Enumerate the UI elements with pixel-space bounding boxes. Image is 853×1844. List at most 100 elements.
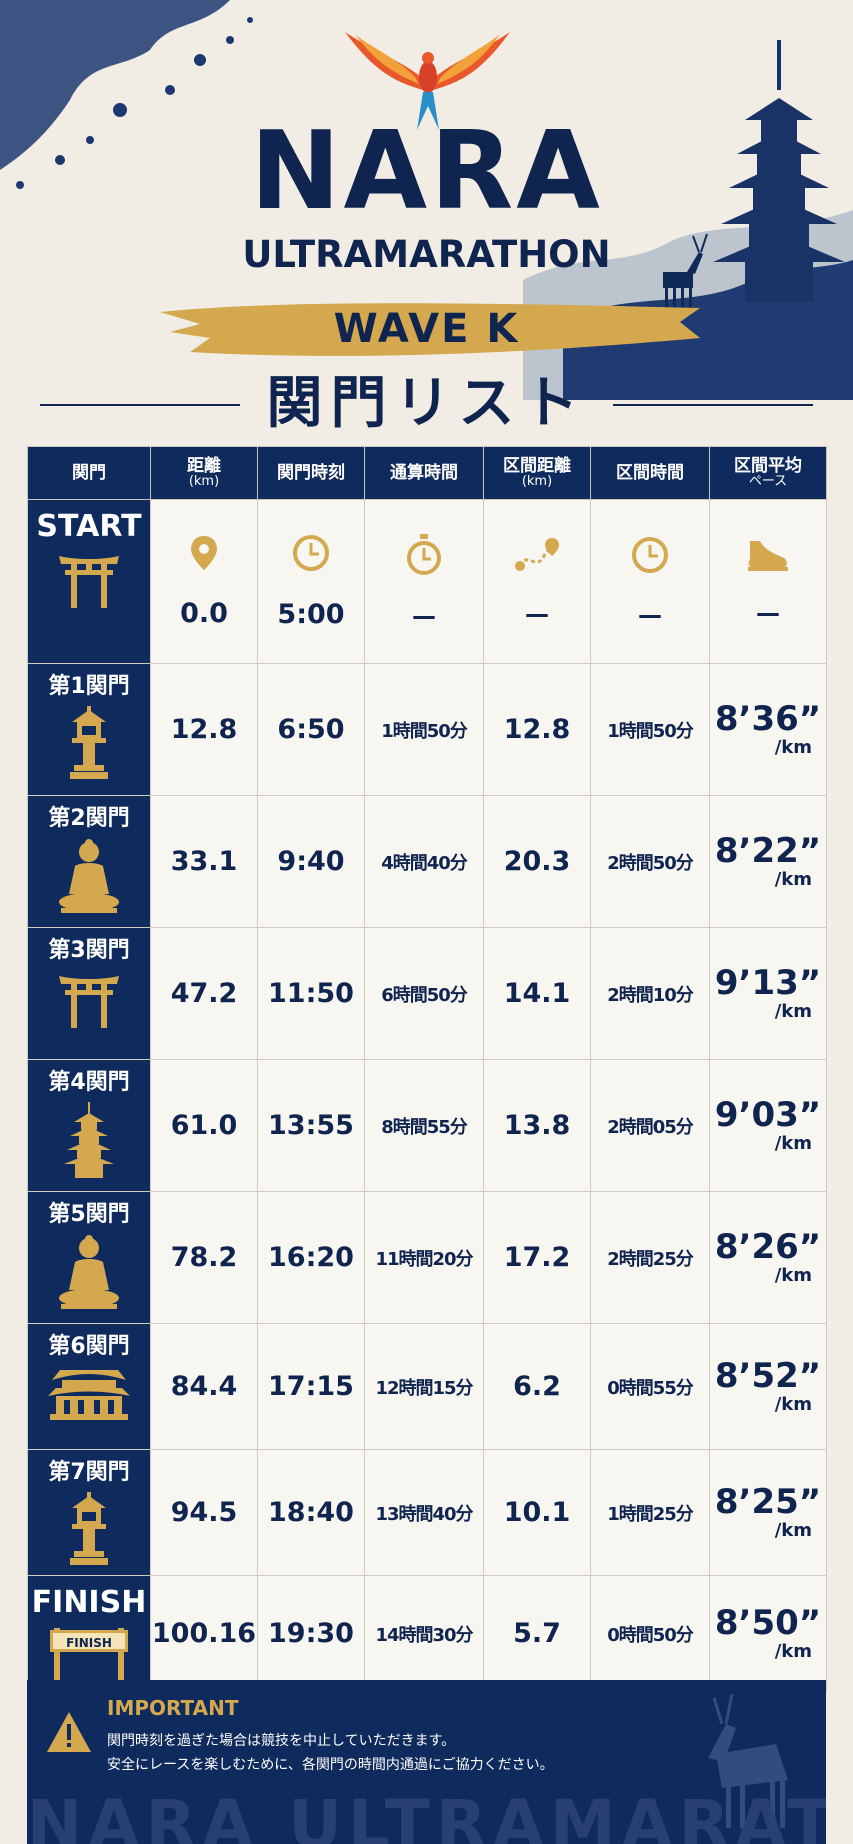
gate-list-title: 関門リスト — [266, 370, 587, 436]
column-header-label: 関門 — [72, 462, 106, 483]
pace-value: 9’13” — [714, 963, 822, 1003]
table-cell: 2時間25分 — [590, 1191, 710, 1324]
cell-value: 0時間55分 — [607, 1377, 694, 1399]
cell-value: 0.0 — [180, 598, 228, 629]
finish-sign-label: FINISH — [66, 1636, 112, 1650]
column-header-label: 区間平均 — [734, 455, 802, 476]
table-cell: 20.3 — [483, 795, 591, 928]
table-row: 第3関門 47.2 11:50 6時間50分 14.1 2時間10分 9’13”/km — [27, 927, 827, 1060]
gate-cell: FINISH FINISH — [27, 1575, 151, 1692]
pace-unit: /km — [774, 1394, 812, 1415]
clock-icon — [291, 533, 331, 577]
column-header-unit: (km) — [521, 474, 553, 490]
temple-icon — [48, 1366, 130, 1426]
pace-value: 8’36” — [714, 699, 822, 739]
table-body: START 0.0 5:00 — — — — 第1関門 12.8 6:50 1時間50分 12.8 1時… — [27, 499, 827, 1692]
pace-cell: 9’13”/km — [709, 927, 827, 1060]
table-cell: 6時間50分 — [364, 927, 484, 1060]
shoe-icon — [746, 537, 790, 577]
cell-value: 1時間50分 — [381, 720, 468, 742]
cell-value: 1時間25分 — [607, 1503, 694, 1525]
pace-value: 8’50” — [714, 1603, 822, 1643]
table-cell: 16:20 — [257, 1191, 365, 1324]
column-header-label: 距離 — [187, 455, 221, 476]
cell-value: 13.8 — [503, 1110, 571, 1141]
cell-value: 12.8 — [170, 714, 238, 745]
gate-cell: 第7関門 — [27, 1449, 151, 1576]
race-title: NARA — [250, 109, 603, 234]
cell-value: 84.4 — [170, 1371, 238, 1402]
table-cell: 19:30 — [257, 1575, 365, 1692]
table-cell: 14時間30分 — [364, 1575, 484, 1692]
cell-value: 10.1 — [503, 1497, 571, 1528]
cell-value: 5.7 — [513, 1618, 561, 1649]
table-cell: — — [483, 499, 591, 664]
table-cell: 10.1 — [483, 1449, 591, 1576]
pagoda-icon — [64, 1102, 114, 1182]
gate-cell: 第3関門 — [27, 927, 151, 1060]
cell-value: 6.2 — [513, 1371, 561, 1402]
cell-value: 2時間50分 — [607, 852, 694, 874]
pace-cell: 8’36”/km — [709, 663, 827, 796]
pace-cell: 8’50”/km — [709, 1575, 827, 1692]
table-cell: 78.2 — [150, 1191, 258, 1324]
cell-value: 0時間50分 — [607, 1624, 694, 1646]
torii-icon — [57, 550, 121, 612]
pace-value: 9’03” — [714, 1095, 822, 1135]
table-cell: 13時間40分 — [364, 1449, 484, 1576]
cell-value: — — [525, 599, 549, 628]
clock-icon — [630, 535, 670, 579]
table-cell: 8時間55分 — [364, 1059, 484, 1192]
table-cell: 1時間50分 — [590, 663, 710, 796]
route-icon — [514, 536, 560, 578]
gate-name: 第4関門 — [48, 1070, 130, 1095]
gate-list-heading: 関門リスト — [0, 370, 853, 440]
cell-value: 2時間25分 — [607, 1248, 694, 1270]
column-header: 区間時間 — [590, 446, 710, 500]
cell-value: 2時間10分 — [607, 984, 694, 1006]
gate-name: 第3関門 — [48, 938, 130, 963]
cell-value: 11時間20分 — [375, 1248, 473, 1270]
table-row: 第1関門 12.8 6:50 1時間50分 12.8 1時間50分 8’36”/km — [27, 663, 827, 796]
cell-value: 61.0 — [170, 1110, 238, 1141]
watermark-text: NARA ULTRAMARATHON — [27, 1786, 826, 1844]
notice-title: IMPORTANT — [107, 1696, 239, 1720]
table-cell: 12時間15分 — [364, 1323, 484, 1450]
cell-value: 9:40 — [277, 846, 345, 877]
table-cell: 61.0 — [150, 1059, 258, 1192]
column-header-unit: ペース — [748, 474, 788, 490]
table-cell: 1時間25分 — [590, 1449, 710, 1576]
pace-value: 8’26” — [714, 1227, 822, 1267]
cell-value: 17:15 — [268, 1371, 354, 1402]
pace-value: 8’52” — [714, 1356, 822, 1396]
wave-label: WAVE K — [333, 306, 520, 352]
table-cell: 13:55 — [257, 1059, 365, 1192]
column-header-label: 区間距離 — [503, 455, 571, 476]
cell-value: — — [412, 601, 436, 630]
table-cell: 6.2 — [483, 1323, 591, 1450]
cell-value: 13:55 — [268, 1110, 354, 1141]
stone-lantern-icon — [66, 706, 112, 784]
cell-value: 5:00 — [277, 599, 345, 630]
cell-value: 47.2 — [170, 978, 238, 1009]
table-cell: 0時間55分 — [590, 1323, 710, 1450]
column-header: 関門時刻 — [257, 446, 365, 500]
table-cell: — — [709, 499, 827, 664]
pace-unit: /km — [774, 1641, 812, 1662]
table-row: FINISH FINISH 100.16 19:30 14時間30分 5.7 0時間50分 8… — [27, 1575, 827, 1692]
column-header-unit: (km) — [188, 474, 220, 490]
gate-cell: 第4関門 — [27, 1059, 151, 1192]
pace-value: 8’22” — [714, 831, 822, 871]
table-cell: 0時間50分 — [590, 1575, 710, 1692]
column-header: 区間平均 ペース — [709, 446, 827, 500]
notice-line-1: 関門時刻を過ぎた場合は競技を中止していただきます。 — [107, 1733, 456, 1749]
gate-cell: 第1関門 — [27, 663, 151, 796]
table-cell: 2時間50分 — [590, 795, 710, 928]
column-header: 区間距離 (km) — [483, 446, 591, 500]
column-header-label: 関門時刻 — [277, 462, 345, 483]
notice-line-2: 安全にレースを楽しむために、各関門の時間内通過にご協力ください。 — [107, 1757, 554, 1773]
stone-lantern-icon — [66, 1492, 112, 1570]
table-cell: 13.8 — [483, 1059, 591, 1192]
table-cell: 33.1 — [150, 795, 258, 928]
table-row: 第6関門 84.4 17:15 12時間15分 6.2 0時間55分 8’52”/km — [27, 1323, 827, 1450]
